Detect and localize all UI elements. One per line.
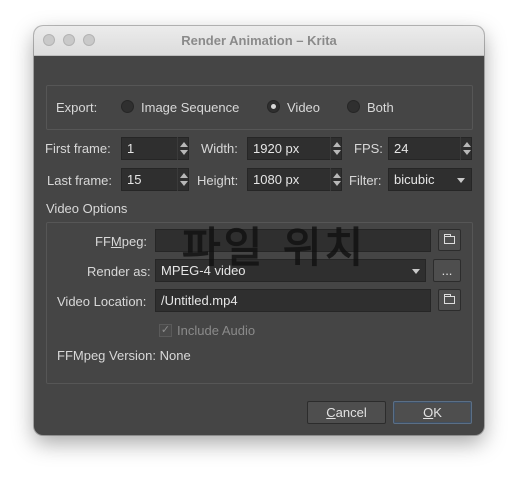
export-label: Export: (56, 100, 98, 115)
radio-both-label[interactable]: Both (367, 100, 394, 115)
title-bar: Render Animation – Krita (34, 26, 484, 56)
overlay-caption: 파일 위치 (182, 223, 367, 272)
video-options-heading: Video Options (46, 201, 128, 216)
height-stepper[interactable] (330, 168, 342, 191)
radio-video[interactable] (267, 100, 280, 113)
filter-select[interactable]: bicubic (388, 168, 472, 191)
video-location-browse-button[interactable] (438, 289, 461, 311)
chevron-down-icon (412, 269, 420, 274)
folder-icon (444, 234, 455, 244)
fps-stepper[interactable] (460, 137, 472, 160)
video-location-input[interactable]: /Untitled.mp4 (155, 289, 431, 312)
video-location-label: Video Location: (57, 294, 147, 309)
ffmpeg-browse-button[interactable] (438, 229, 461, 251)
render-animation-dialog: Render Animation – Krita Export: Image S… (34, 26, 484, 435)
width-label: Width: (201, 141, 238, 156)
radio-image-sequence[interactable] (121, 100, 134, 113)
last-frame-stepper[interactable] (177, 168, 189, 191)
cancel-button[interactable]: Cancel (307, 401, 386, 424)
chevron-down-icon (457, 178, 465, 183)
last-frame-label: Last frame: (47, 173, 113, 188)
ffmpeg-label: FFMpeg: (95, 234, 148, 249)
height-input[interactable]: 1080 px (247, 168, 342, 191)
width-stepper[interactable] (330, 137, 342, 160)
filter-label: Filter: (349, 173, 382, 188)
include-audio-label[interactable]: Include Audio (177, 323, 255, 338)
window-title: Render Animation – Krita (181, 33, 337, 48)
include-audio-checkbox[interactable]: ✓ (159, 324, 172, 337)
radio-both[interactable] (347, 100, 360, 113)
render-as-label: Render as: (87, 264, 151, 279)
fps-label: FPS: (354, 141, 383, 156)
export-group (46, 85, 473, 130)
folder-icon (444, 294, 455, 304)
filter-select-value: bicubic (394, 172, 435, 187)
ok-button[interactable]: OK (393, 401, 472, 424)
first-frame-stepper[interactable] (177, 137, 189, 160)
radio-video-label[interactable]: Video (287, 100, 320, 115)
radio-image-sequence-label[interactable]: Image Sequence (141, 100, 239, 115)
render-options-button[interactable]: ... (433, 259, 461, 282)
height-label: Height: (197, 173, 239, 188)
first-frame-label: First frame: (45, 141, 111, 156)
ffmpeg-version-text: FFMpeg Version: None (57, 348, 191, 363)
width-input[interactable]: 1920 px (247, 137, 342, 160)
